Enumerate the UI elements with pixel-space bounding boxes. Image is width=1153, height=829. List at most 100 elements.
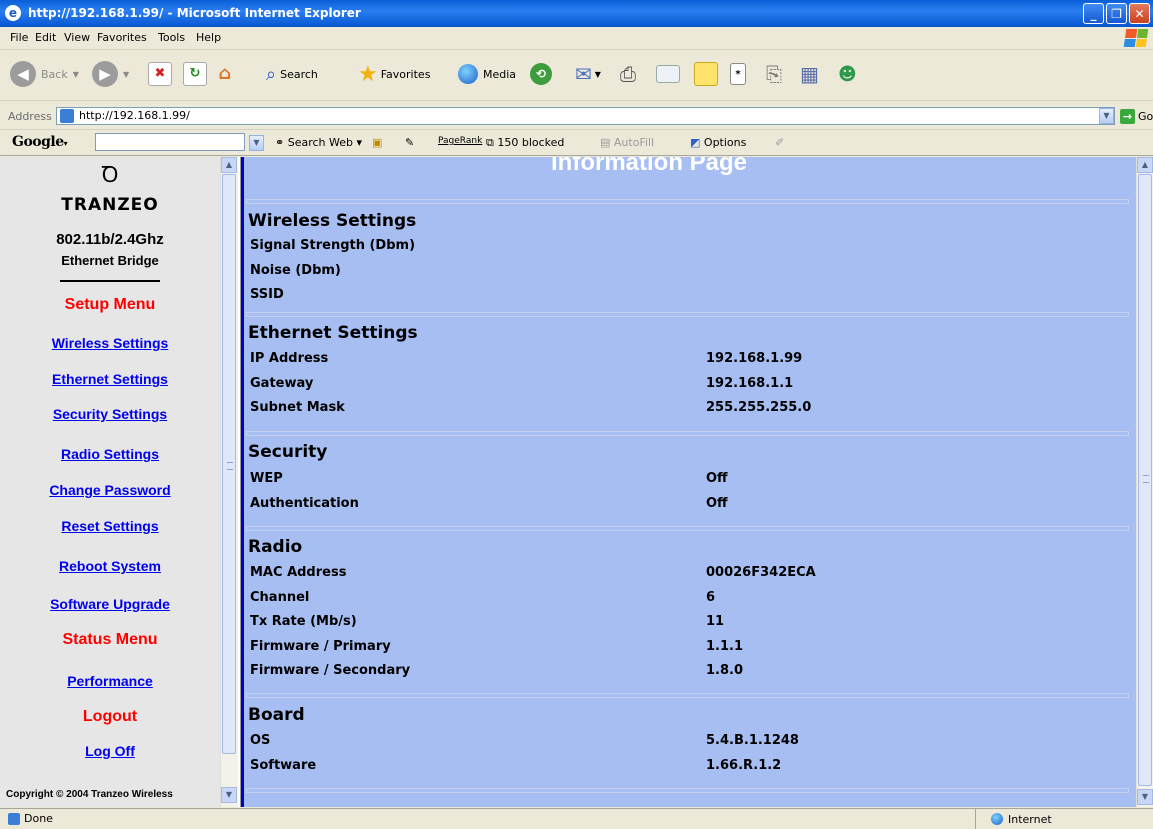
status-menu-heading: Status Menu [62,631,158,648]
mail-icon: ✉ [575,62,592,86]
link-reset-settings[interactable]: Reset Settings [0,518,220,534]
mail-button[interactable]: ✉ ▼ [575,59,601,89]
mac-address-value: 00026F342ECA [706,565,816,580]
search-site-button[interactable]: ▣ [372,136,382,149]
link-wireless-settings[interactable]: Wireless Settings [0,335,220,351]
tools-icon: ▦ [800,62,819,86]
page-icon [60,109,74,123]
home-button[interactable]: ⌂ [214,59,236,89]
link-performance[interactable]: Performance [0,673,220,689]
menu-favorites[interactable]: Favorites [97,31,147,44]
tx-rate-value: 11 [706,614,725,629]
software-value: 1.66.R.1.2 [706,758,782,773]
menu-tools[interactable]: Tools [158,31,185,44]
firmware-primary-value: 1.1.1 [706,639,744,654]
address-dropdown-button[interactable]: ▼ [1099,108,1114,124]
search-icon: ⌕ [266,63,277,85]
mac-address-label: MAC Address [250,565,347,580]
scroll-down-button[interactable]: ▼ [221,787,237,803]
software-label: Software [250,758,317,773]
menu-edit[interactable]: Edit [35,31,56,44]
title-bar: e http://192.168.1.99/ - Microsoft Inter… [0,0,1153,27]
link-ethernet-settings[interactable]: Ethernet Settings [0,371,220,387]
google-search-input[interactable] [95,133,245,151]
tools-button[interactable]: ▦ [800,59,819,89]
google-toolbar: Google▾ ▼ ⚭ Search Web ▾ ▣ ✎ PageRank ⧉ … [0,130,1153,156]
refresh-button[interactable]: ↻ [183,59,207,89]
favorites-button[interactable]: ★ Favorites [358,59,430,89]
link-software-upgrade[interactable]: Software Upgrade [0,596,220,612]
security-zone[interactable]: Internet [975,809,1153,829]
link-security-settings[interactable]: Security Settings [0,406,220,422]
navigation-scrollbar[interactable]: ▲ ▼ [220,157,238,807]
pagerank-button[interactable]: PageRank [438,136,482,146]
favorites-label: Favorites [380,67,431,81]
google-logo[interactable]: Google▾ [12,134,68,150]
page-title: Information Page [551,157,748,176]
search-button[interactable]: ⌕ Search [266,59,318,89]
menu-bar: File Edit View Favorites Tools Help [0,27,1153,50]
menu-file[interactable]: File [10,31,28,44]
os-label: OS [250,733,271,748]
attach-button[interactable]: ⎘ [766,59,782,89]
ssid-label: SSID [250,287,284,302]
back-button[interactable]: ◀ Back ▼ [10,59,79,89]
pencil-icon: ✐ [775,136,785,149]
scroll-up-button[interactable]: ▲ [221,157,237,173]
brand-name: TRANZEO [61,195,159,215]
forward-button[interactable]: ▶ ▼ [92,59,129,89]
news-button[interactable]: ✎ [405,136,414,149]
print-icon: ⎙ [620,62,636,86]
stop-button[interactable]: ✖ [148,59,172,89]
internet-explorer-icon[interactable]: e [5,5,21,21]
messenger-button[interactable]: ☻ [838,59,857,89]
maximize-button[interactable]: ❐ [1106,3,1127,24]
address-input[interactable]: http://192.168.1.99/ [56,107,1115,125]
link-change-password[interactable]: Change Password [0,482,220,498]
navigation-panel: Ꝺ TRANZEO 802.11b/2.4Ghz Ethernet Bridge… [0,157,220,807]
noise-label: Noise (Dbm) [250,263,341,278]
gateway-value: 192.168.1.1 [706,376,794,391]
zone-label: Internet [1008,812,1052,826]
ip-address-label: IP Address [250,351,329,366]
autofill-button[interactable]: ▤ AutoFill [600,136,654,149]
link-log-off[interactable]: Log Off [0,743,220,759]
options-icon: ◩ [690,136,701,149]
copyright-text: Copyright © 2004 Tranzeo Wireless [6,789,173,800]
os-value: 5.4.B.1.1248 [706,733,799,748]
security-heading: Security [248,442,328,462]
setup-menu-heading: Setup Menu [64,296,156,313]
address-bar: Address http://192.168.1.99/ ▼ → Go [0,104,1153,130]
popup-blocker-button[interactable]: ⧉ 150 blocked [486,136,564,150]
windows-logo-icon [1123,29,1149,47]
content-scroll-grip-icon [1143,475,1149,483]
history-button[interactable]: ⟲ [530,59,552,89]
link-radio-settings[interactable]: Radio Settings [0,446,220,462]
content-scroll-thumb[interactable] [1138,174,1152,786]
google-logo-text: Google [12,134,64,150]
content-scroll-up-button[interactable]: ▲ [1137,157,1153,173]
menu-view[interactable]: View [64,31,90,44]
firmware-secondary-value: 1.8.0 [706,663,744,678]
discuss-button[interactable] [694,59,718,89]
minimize-button[interactable]: _ [1083,3,1104,24]
print-button[interactable]: ⎙ [620,59,636,89]
close-button[interactable]: ✕ [1129,3,1150,24]
messenger-icon: ☻ [838,63,857,85]
content-scroll-down-button[interactable]: ▼ [1137,789,1153,805]
edit-button[interactable] [656,59,680,89]
scroll-thumb[interactable] [222,174,236,754]
media-button[interactable]: Media [458,59,516,89]
research-button[interactable]: * [730,59,746,89]
options-button[interactable]: ◩ Options [690,136,746,149]
search-web-button[interactable]: ⚭ Search Web ▾ [275,136,362,149]
status-bar: Done Internet [0,808,1153,829]
content-scrollbar[interactable]: ▲ ▼ [1136,157,1153,807]
link-reboot-system[interactable]: Reboot System [0,558,220,574]
ip-address-value: 192.168.1.99 [706,351,803,366]
channel-value: 6 [706,590,716,605]
google-search-dropdown[interactable]: ▼ [249,135,264,151]
logout-heading: Logout [82,708,138,725]
go-button[interactable]: → Go [1120,109,1153,124]
stop-icon: ✖ [148,62,172,86]
